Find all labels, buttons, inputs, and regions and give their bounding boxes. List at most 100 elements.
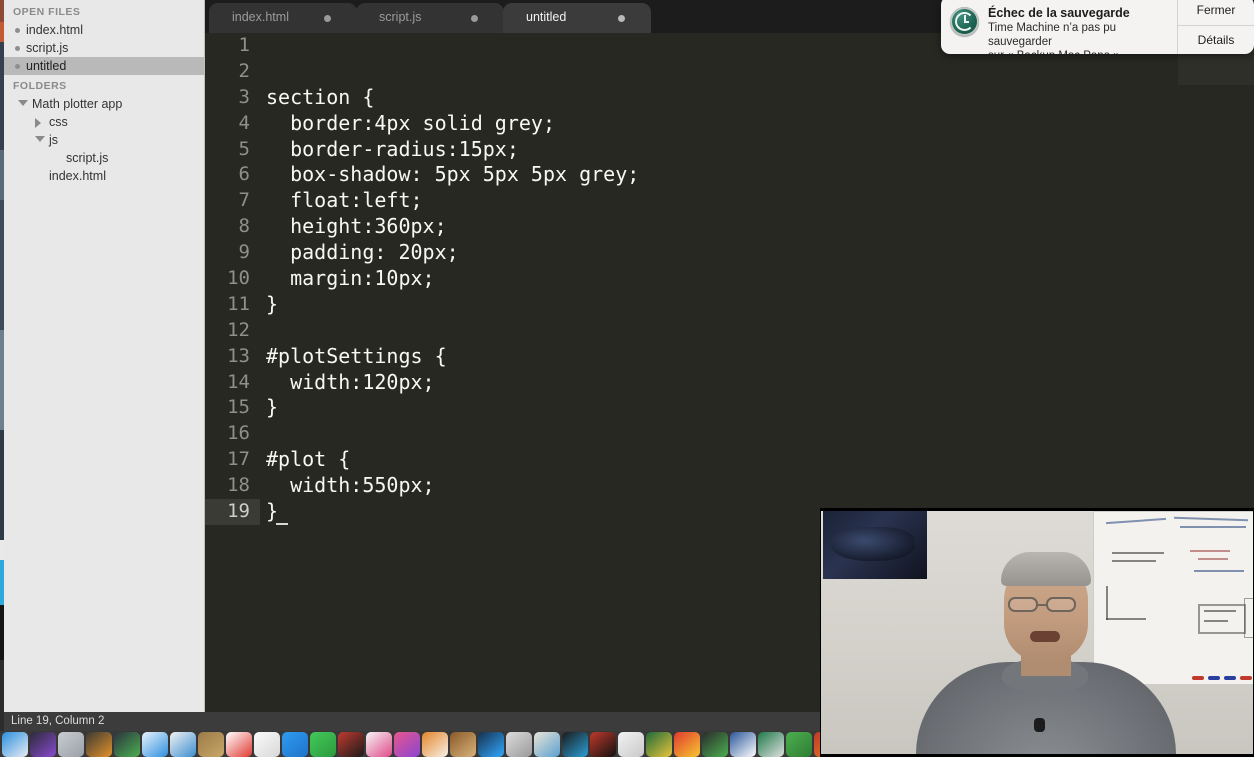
word-icon[interactable] — [730, 732, 756, 757]
open-file-item[interactable]: index.html — [4, 21, 204, 39]
code-line-text: border:4px solid grey; — [266, 110, 555, 135]
line-number: 5 — [238, 137, 250, 160]
file-dot-icon — [15, 28, 20, 33]
tab-unsaved-dot-icon[interactable] — [324, 15, 331, 22]
audio-app-icon[interactable] — [590, 732, 616, 757]
line-number: 11 — [227, 292, 250, 315]
code-line-text: margin:10px; — [266, 266, 435, 291]
open-files-header: OPEN FILES — [13, 6, 81, 18]
tab-unsaved-dot-icon[interactable] — [471, 15, 478, 22]
notification-details-button[interactable]: Détails — [1178, 24, 1254, 55]
finder-icon[interactable] — [2, 732, 28, 757]
code-line[interactable]: 13 #plotSettings { — [205, 344, 1254, 370]
file-dot-icon — [15, 64, 20, 69]
notification-body: Échec de la sauvegarde Time Machine n’a … — [941, 0, 1177, 54]
code-line[interactable]: 7 float:left; — [205, 188, 1254, 214]
chevron-down-icon[interactable] — [18, 100, 28, 106]
line-number: 14 — [227, 370, 250, 393]
money-app-icon[interactable] — [786, 732, 812, 757]
line-number: 12 — [227, 318, 250, 341]
qr-app-icon[interactable] — [338, 732, 364, 757]
open-file-label: script.js — [26, 41, 69, 55]
chevron-down-icon[interactable] — [35, 136, 45, 142]
tree-item-label: script.js — [66, 151, 109, 165]
screen: OPEN FILES index.html script.js untitled F… — [0, 0, 1254, 757]
code-line[interactable]: 8 height:360px; — [205, 214, 1254, 240]
line-number: 13 — [227, 344, 250, 367]
time-machine-icon — [950, 7, 979, 36]
calendar-icon[interactable] — [226, 732, 252, 757]
open-file-item[interactable]: untitled — [4, 57, 204, 75]
line-number: 18 — [227, 474, 250, 497]
line-number: 10 — [227, 267, 250, 290]
safari-icon[interactable] — [142, 732, 168, 757]
scrivener-icon[interactable] — [758, 732, 784, 757]
editor-tab[interactable]: index.html — [209, 3, 357, 33]
code-line[interactable]: 10 margin:10px; — [205, 266, 1254, 292]
code-line[interactable]: 12 — [205, 318, 1254, 344]
code-line[interactable]: 9 padding: 20px; — [205, 240, 1254, 266]
facetime-icon[interactable] — [310, 732, 336, 757]
code-line-text: height:360px; — [266, 214, 447, 239]
code-line-text: width:550px; — [266, 473, 435, 498]
tree-folder-item[interactable]: css — [4, 113, 204, 131]
code-line[interactable]: 17 #plot { — [205, 447, 1254, 473]
editor-tab[interactable]: script.js — [356, 3, 504, 33]
launchpad-icon[interactable] — [58, 732, 84, 757]
editor-tab-label: script.js — [379, 10, 422, 24]
code-line[interactable]: 18 width:550px; — [205, 473, 1254, 499]
notification-banner[interactable]: Échec de la sauvegarde Time Machine n’a … — [941, 0, 1254, 54]
line-number: 8 — [238, 215, 250, 238]
sublime-merge-icon[interactable] — [702, 732, 728, 757]
line-number: 2 — [238, 59, 250, 82]
tree-file-item[interactable]: index.html — [4, 167, 204, 185]
code-line-text: width:120px; — [266, 369, 435, 394]
code-line[interactable]: 2 — [205, 59, 1254, 85]
messages-icon[interactable] — [282, 732, 308, 757]
tree-file-item[interactable]: script.js — [4, 149, 204, 167]
cinema4d-icon[interactable] — [562, 732, 588, 757]
code-line[interactable]: 3 section { — [205, 85, 1254, 111]
code-line[interactable]: 14 width:120px; — [205, 370, 1254, 396]
app-grid-icon[interactable] — [170, 732, 196, 757]
open-file-label: index.html — [26, 23, 83, 37]
editor-tab[interactable]: untitled — [503, 3, 651, 33]
notification-message-line-1: Time Machine n’a pas pu sauvegarder — [988, 22, 1117, 48]
tree-folder-item[interactable]: Math plotter app — [4, 95, 204, 113]
itunes-icon[interactable] — [394, 732, 420, 757]
code-line[interactable]: 4 border:4px solid grey; — [205, 111, 1254, 137]
geogebra-icon[interactable] — [646, 732, 672, 757]
code-line[interactable]: 11} — [205, 292, 1254, 318]
ibooks-icon[interactable] — [422, 732, 448, 757]
sublime-text-icon[interactable] — [86, 732, 112, 757]
tab-unsaved-dot-icon[interactable] — [618, 15, 625, 22]
tree-folder-item[interactable]: js — [4, 131, 204, 149]
garageband-icon[interactable] — [450, 732, 476, 757]
open-file-item[interactable]: script.js — [4, 39, 204, 57]
code-line[interactable]: 6 box-shadow: 5px 5px 5px grey; — [205, 162, 1254, 188]
mission-control-icon[interactable] — [114, 732, 140, 757]
preview-icon[interactable] — [506, 732, 532, 757]
code-line-text: section { — [266, 84, 375, 109]
code-line[interactable]: 16 — [205, 421, 1254, 447]
photoshop-icon[interactable] — [478, 732, 504, 757]
notification-close-button[interactable]: Fermer — [1178, 0, 1254, 25]
photos-icon[interactable] — [366, 732, 392, 757]
chevron-right-icon[interactable] — [35, 118, 41, 128]
code-line-text: float:left; — [266, 188, 423, 213]
siri-icon[interactable] — [30, 732, 56, 757]
chrome-icon[interactable] — [674, 732, 700, 757]
notification-actions: Fermer Détails — [1177, 0, 1254, 54]
line-number: 6 — [238, 163, 250, 186]
code-line[interactable]: 15} — [205, 395, 1254, 421]
keynote-icon[interactable] — [618, 732, 644, 757]
code-line[interactable]: 5 border-radius:15px; — [205, 137, 1254, 163]
tree-item-label: index.html — [49, 169, 106, 183]
presenter-webcam-overlay — [820, 508, 1254, 757]
contacts-icon[interactable] — [198, 732, 224, 757]
line-number: 3 — [238, 85, 250, 108]
file-dot-icon — [15, 46, 20, 51]
dictionary-icon[interactable] — [534, 732, 560, 757]
reminders-icon[interactable] — [254, 732, 280, 757]
tree-item-label: js — [49, 133, 59, 147]
